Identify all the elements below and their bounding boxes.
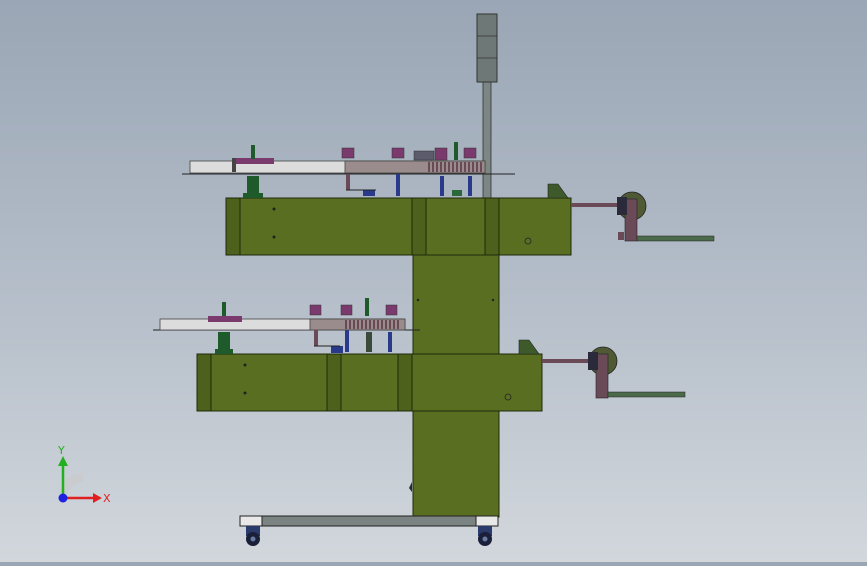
coordinate-triad: Y X [40, 440, 120, 520]
caster-wheel-left[interactable] [246, 526, 260, 546]
base-frame[interactable] [239, 515, 499, 527]
cad-viewport[interactable] [0, 0, 867, 562]
x-axis-arrowhead [93, 493, 102, 503]
x-axis-label: X [103, 492, 111, 505]
caster-wheel-right[interactable] [478, 526, 492, 546]
machine-model[interactable] [0, 0, 867, 562]
upper-conveyor[interactable] [182, 142, 515, 198]
lower-conveyor[interactable] [153, 298, 420, 354]
y-axis-label: Y [57, 444, 65, 457]
upper-roller-arm[interactable] [547, 183, 715, 242]
y-axis-arrowhead [58, 456, 68, 466]
z-axis-dot [58, 493, 68, 503]
lower-roller-arm[interactable] [518, 339, 686, 399]
upper-housing[interactable] [225, 197, 572, 256]
lower-housing[interactable] [196, 353, 543, 412]
